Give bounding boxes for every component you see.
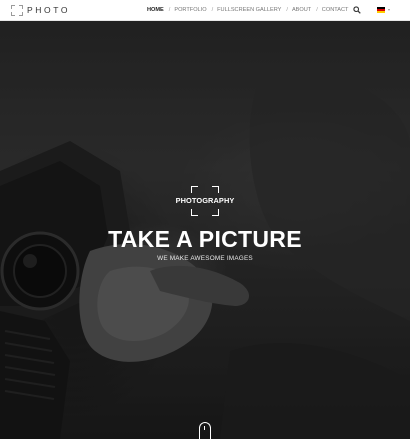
nav-separator: / xyxy=(168,7,171,13)
site-logo[interactable]: PHOTO xyxy=(11,4,70,16)
hero-subline: WE MAKE AWESOME IMAGES xyxy=(157,255,253,262)
logo-text: PHOTO xyxy=(27,5,71,15)
logo-frame-icon xyxy=(11,4,23,16)
nav-item-fullscreen-gallery[interactable]: FULLSCREEN GALLERY xyxy=(217,6,281,14)
photography-badge: PHOTOGRAPHY xyxy=(175,186,235,218)
chevron-down-icon xyxy=(388,8,390,11)
badge-text: PHOTOGRAPHY xyxy=(175,196,235,205)
german-flag-icon xyxy=(377,6,385,13)
search-icon[interactable] xyxy=(353,6,361,14)
nav-item-home[interactable]: HOME xyxy=(147,6,164,14)
nav-separator: / xyxy=(211,7,214,13)
mouse-scroll-icon[interactable] xyxy=(199,422,211,439)
hero-section: PHOTOGRAPHY TAKE A PICTURE WE MAKE AWESO… xyxy=(0,21,410,439)
site-header: PHOTO HOME / PORTFOLIO / FULLSCREEN GALL… xyxy=(0,0,410,21)
nav-item-contact[interactable]: CONTACT xyxy=(322,6,349,14)
page: PHOTO HOME / PORTFOLIO / FULLSCREEN GALL… xyxy=(0,0,410,439)
nav-separator: / xyxy=(286,7,288,13)
hero-headline: TAKE A PICTURE xyxy=(108,226,302,252)
language-selector[interactable] xyxy=(377,5,393,14)
main-nav: HOME / PORTFOLIO / FULLSCREEN GALLERY / … xyxy=(147,6,348,14)
nav-item-portfolio[interactable]: PORTFOLIO xyxy=(174,6,206,14)
nav-separator: / xyxy=(316,7,318,13)
nav-item-about[interactable]: ABOUT xyxy=(292,6,311,14)
